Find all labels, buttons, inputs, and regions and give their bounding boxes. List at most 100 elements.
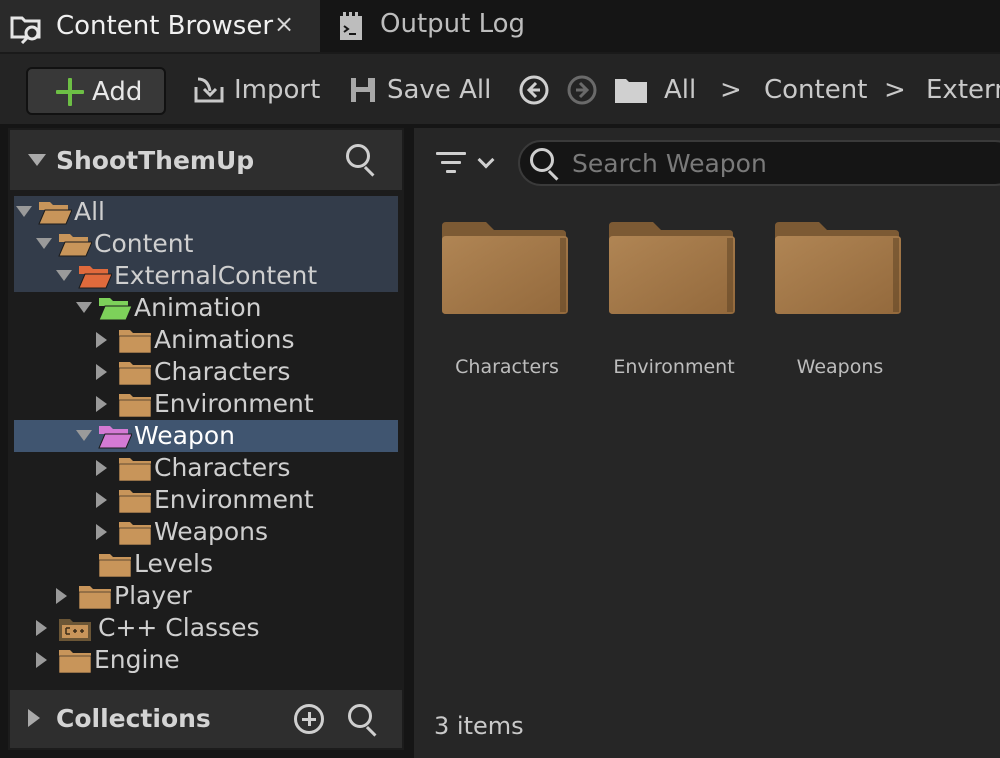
chevron-down-icon <box>477 151 495 169</box>
import-label: Import <box>234 75 321 105</box>
tree-item-label: Animations <box>154 325 295 354</box>
tree-item[interactable]: All <box>14 196 398 228</box>
items-count: 3 items <box>434 712 524 740</box>
folder-path-icon-button[interactable] <box>614 54 648 126</box>
chevron-down-icon[interactable] <box>36 238 52 249</box>
folder-icon <box>58 650 92 674</box>
plus-icon <box>56 78 84 106</box>
tree-item[interactable]: Engine <box>14 644 398 676</box>
tree-item[interactable]: Characters <box>14 452 398 484</box>
tree-item[interactable]: Levels <box>14 548 398 580</box>
chevron-right-icon[interactable] <box>96 492 107 508</box>
tab-output-log-label: Output Log <box>380 9 526 39</box>
tree-item-label: Weapons <box>154 517 268 546</box>
tree-item[interactable]: Animation <box>14 292 398 324</box>
tree-item[interactable]: Animations <box>14 324 398 356</box>
tree-item[interactable]: Weapons <box>14 516 398 548</box>
tree-item-label: C++ Classes <box>98 613 260 642</box>
chevron-right-icon[interactable] <box>96 364 107 380</box>
collections-title: Collections <box>56 704 211 733</box>
save-icon <box>351 78 375 102</box>
folder-open-icon <box>38 202 72 225</box>
breadcrumb-content[interactable]: Content <box>764 54 867 126</box>
project-title: ShootThemUp <box>56 146 255 175</box>
tree-item[interactable]: Environment <box>14 484 398 516</box>
tab-content-browser-label: Content Browser <box>56 11 274 41</box>
panel-splitter[interactable] <box>404 128 414 758</box>
chevron-right-icon[interactable] <box>96 332 107 348</box>
chevron-right-icon[interactable] <box>96 460 107 476</box>
folder-icon <box>118 522 152 546</box>
breadcrumb-separator[interactable]: > <box>884 54 906 126</box>
search-icon[interactable] <box>346 144 378 177</box>
add-collection-icon[interactable] <box>294 704 324 734</box>
tree-item-label: Environment <box>154 389 314 418</box>
tree-item[interactable]: Player <box>14 580 398 612</box>
chevron-down-icon[interactable] <box>76 430 92 441</box>
tab-bar: Content Browser × Output Log <box>0 0 1000 52</box>
back-button[interactable] <box>518 54 550 126</box>
tab-content-browser[interactable]: Content Browser × <box>0 0 320 52</box>
search-icon[interactable] <box>348 704 380 737</box>
folder-icon <box>775 222 901 314</box>
folder-open-icon <box>58 234 92 257</box>
chevron-down-icon[interactable] <box>76 302 92 313</box>
tree-item[interactable]: Content <box>14 228 398 260</box>
breadcrumb-separator[interactable]: > <box>720 54 742 126</box>
search-input[interactable] <box>572 148 992 178</box>
content-panel: Characters Environment Weapons 3 items <box>414 128 1000 758</box>
import-button[interactable]: Import <box>192 54 320 126</box>
tree-item[interactable]: Characters <box>14 356 398 388</box>
close-icon[interactable]: × <box>274 10 294 38</box>
forward-arrow-icon <box>567 75 597 105</box>
chevron-right-icon[interactable] <box>36 652 47 668</box>
folder-icon <box>442 222 568 314</box>
chevron-down-icon[interactable] <box>16 206 32 217</box>
folder-icon <box>78 586 112 610</box>
cpp-folder-icon <box>59 619 91 641</box>
tree-item-label: ExternalContent <box>114 261 318 290</box>
content-browser-icon <box>10 16 41 44</box>
tree-item-label: Environment <box>154 485 314 514</box>
breadcrumb-all[interactable]: All <box>664 54 696 126</box>
expand-arrow-icon[interactable] <box>28 709 40 727</box>
breadcrumb-externalcontent[interactable]: Extern <box>926 54 1000 126</box>
save-all-button[interactable]: Save All <box>348 54 491 126</box>
filter-button[interactable] <box>436 148 500 178</box>
chevron-down-icon[interactable] <box>56 270 72 281</box>
folder-open-icon <box>98 426 132 449</box>
tree-item-label: Animation <box>134 293 262 322</box>
folder-icon <box>118 458 152 482</box>
tree-item[interactable]: C++ Classes <box>14 612 398 644</box>
tree-item-label: Levels <box>134 549 214 578</box>
sources-header[interactable]: ShootThemUp <box>10 130 402 190</box>
folder-tile[interactable]: Characters <box>442 222 572 392</box>
output-log-icon <box>340 12 362 40</box>
tree-item-label: Characters <box>154 453 291 482</box>
add-button[interactable]: Add <box>26 67 166 115</box>
folder-icon <box>118 394 152 418</box>
chevron-right-icon[interactable] <box>56 588 67 604</box>
forward-button[interactable] <box>566 54 598 126</box>
folder-tile[interactable]: Weapons <box>775 222 905 392</box>
toolbar: Add Import Save All All > Content > Exte… <box>0 52 1000 124</box>
back-arrow-icon <box>519 75 549 105</box>
tree-item-label: Engine <box>94 645 180 674</box>
import-icon <box>194 77 224 103</box>
tree-item-label: Characters <box>154 357 291 386</box>
chevron-right-icon[interactable] <box>96 524 107 540</box>
tab-output-log[interactable]: Output Log <box>322 0 552 52</box>
chevron-right-icon[interactable] <box>36 620 47 636</box>
folder-open-icon <box>78 266 112 289</box>
tree-item[interactable]: Weapon <box>14 420 398 452</box>
tree-item[interactable]: Environment <box>14 388 398 420</box>
folder-tile[interactable]: Environment <box>609 222 739 392</box>
search-icon <box>530 148 562 181</box>
search-box[interactable] <box>518 140 1000 186</box>
tree-item[interactable]: ExternalContent <box>14 260 398 292</box>
chevron-right-icon[interactable] <box>96 396 107 412</box>
tree-item-label: Weapon <box>134 421 235 450</box>
collections-header[interactable]: Collections <box>10 690 402 748</box>
folder-icon <box>609 222 735 314</box>
collapse-arrow-icon[interactable] <box>28 154 46 166</box>
